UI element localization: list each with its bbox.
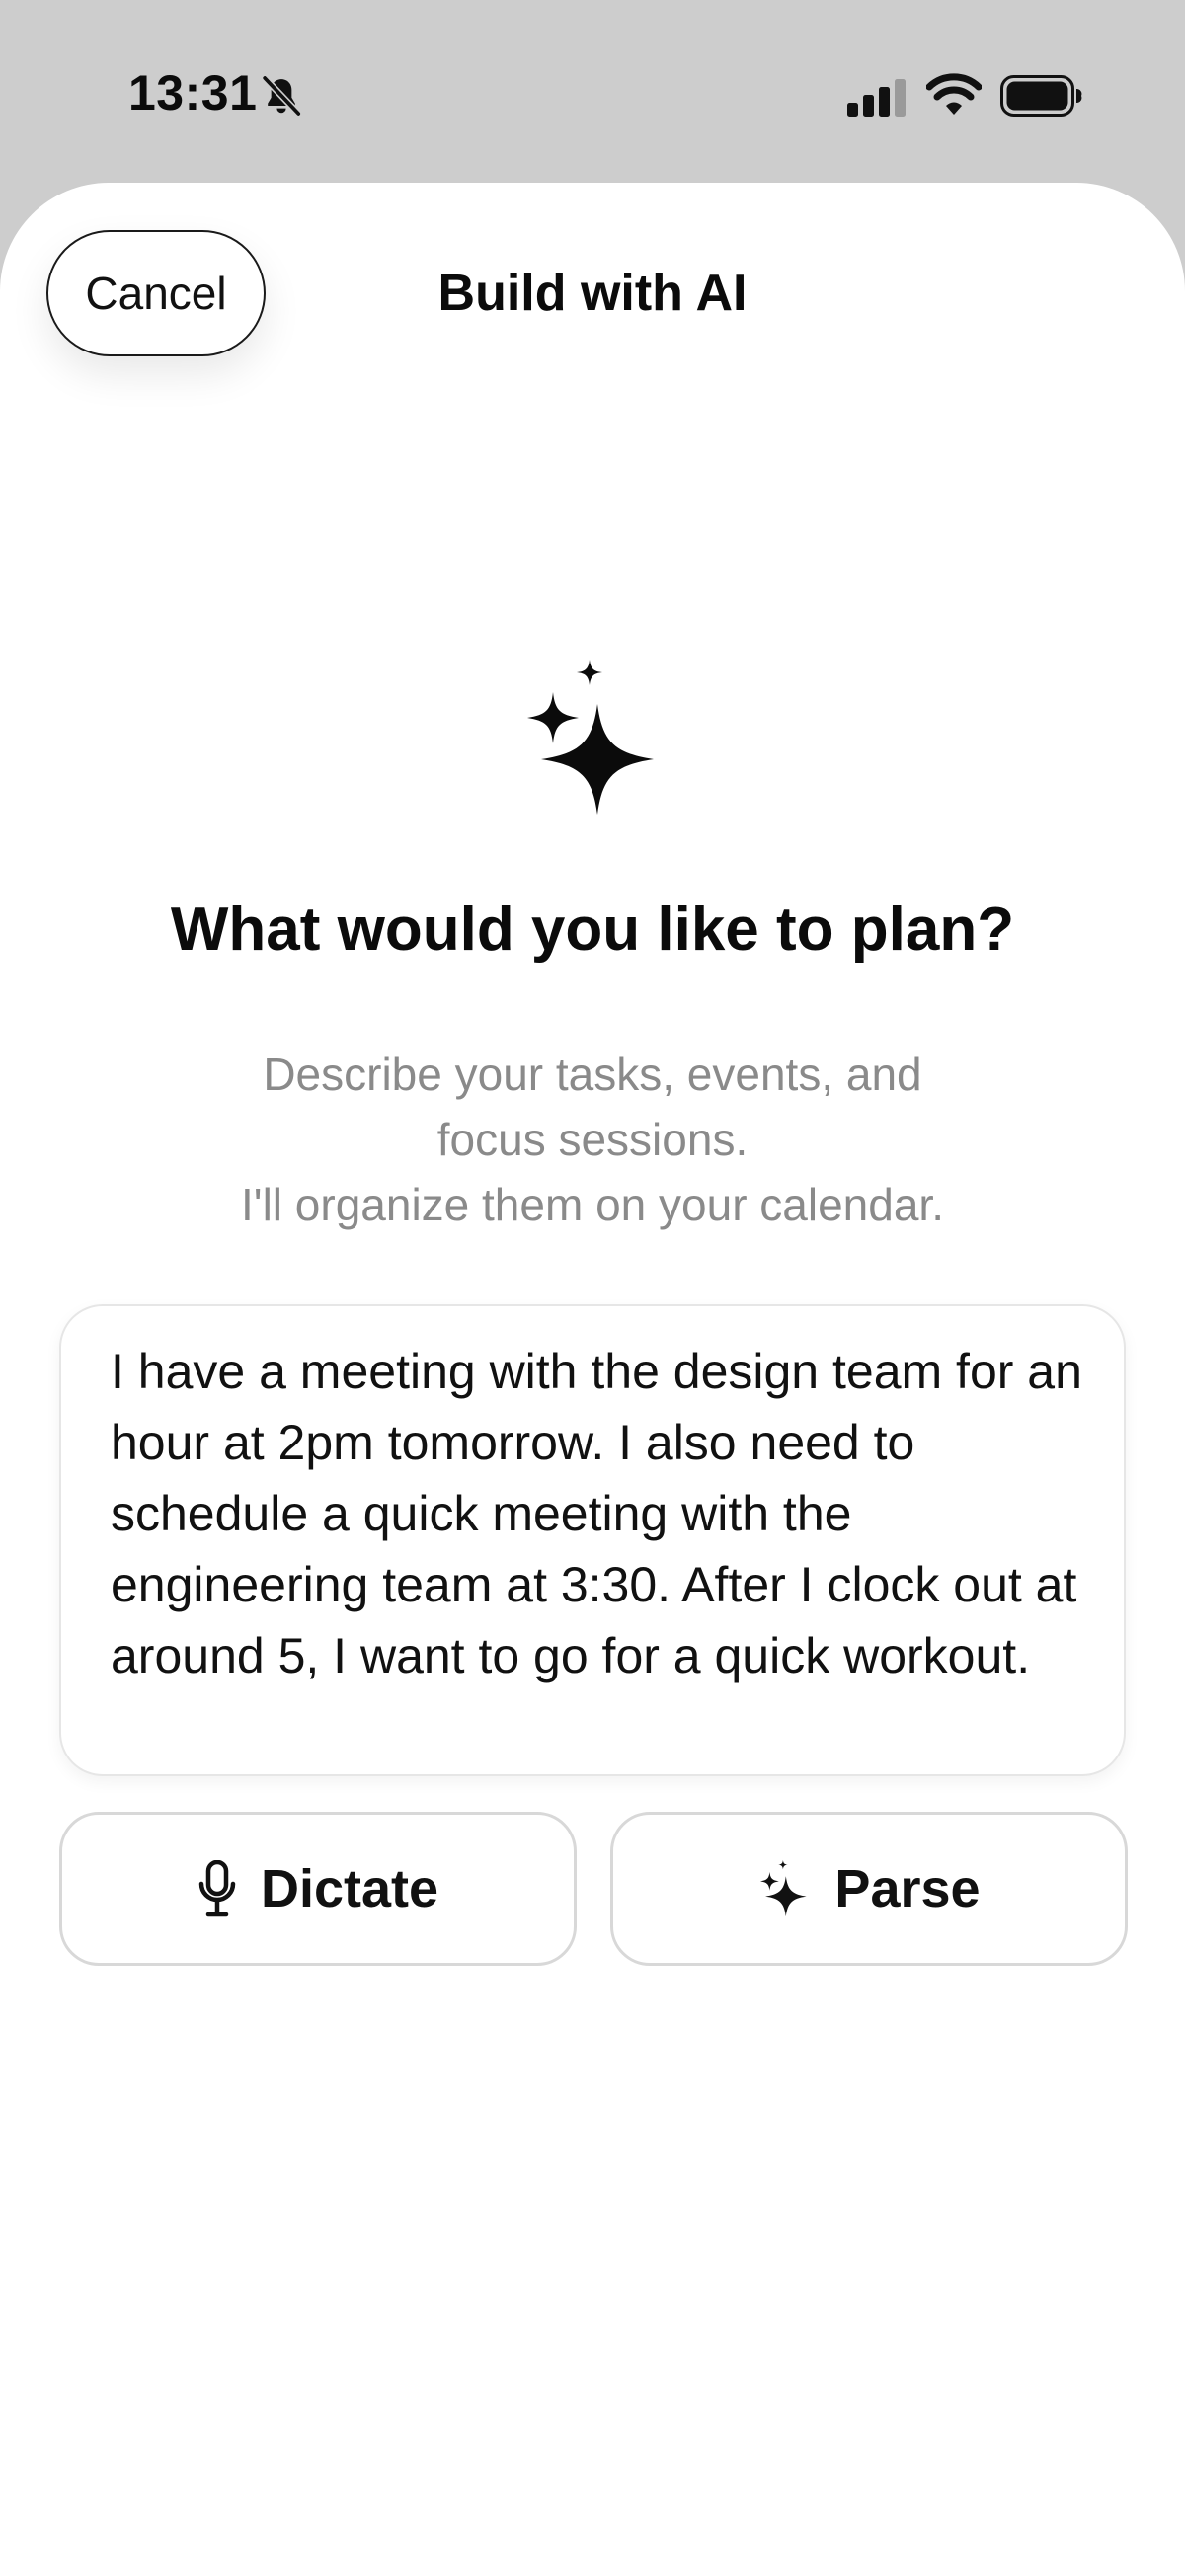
parse-button[interactable]: Parse <box>610 1812 1128 1966</box>
subtitle-line: I'll organize them on your calendar. <box>241 1179 944 1230</box>
subtitle-line: focus sessions. <box>436 1114 749 1165</box>
status-time: 13:31 <box>128 65 258 120</box>
cellular-signal-icon <box>847 79 906 117</box>
parse-label: Parse <box>834 1859 981 1918</box>
subtitle: Describe your tasks, events, and focus s… <box>148 1042 1037 1237</box>
headline: What would you like to plan? <box>170 896 1015 964</box>
sparkles-icon <box>527 660 654 815</box>
battery-icon <box>1000 75 1082 117</box>
microphone-icon <box>198 1860 236 1917</box>
prompt-input[interactable]: I have a meeting with the design team fo… <box>59 1304 1126 1776</box>
subtitle-line: Describe your tasks, events, and <box>263 1049 922 1100</box>
dictate-button[interactable]: Dictate <box>59 1812 577 1966</box>
sparkles-icon <box>760 1859 808 1917</box>
cancel-button[interactable]: Cancel <box>46 230 266 356</box>
dictate-label: Dictate <box>260 1859 439 1918</box>
build-with-ai-sheet: Cancel Build with AI What would you like… <box>0 183 1185 2576</box>
wifi-icon <box>926 73 982 115</box>
prompt-text[interactable]: I have a meeting with the design team fo… <box>111 1336 1084 1691</box>
sheet-title: Build with AI <box>437 265 748 322</box>
bell-slash-icon <box>261 74 302 117</box>
status-bar: 13:31 <box>0 0 1185 183</box>
